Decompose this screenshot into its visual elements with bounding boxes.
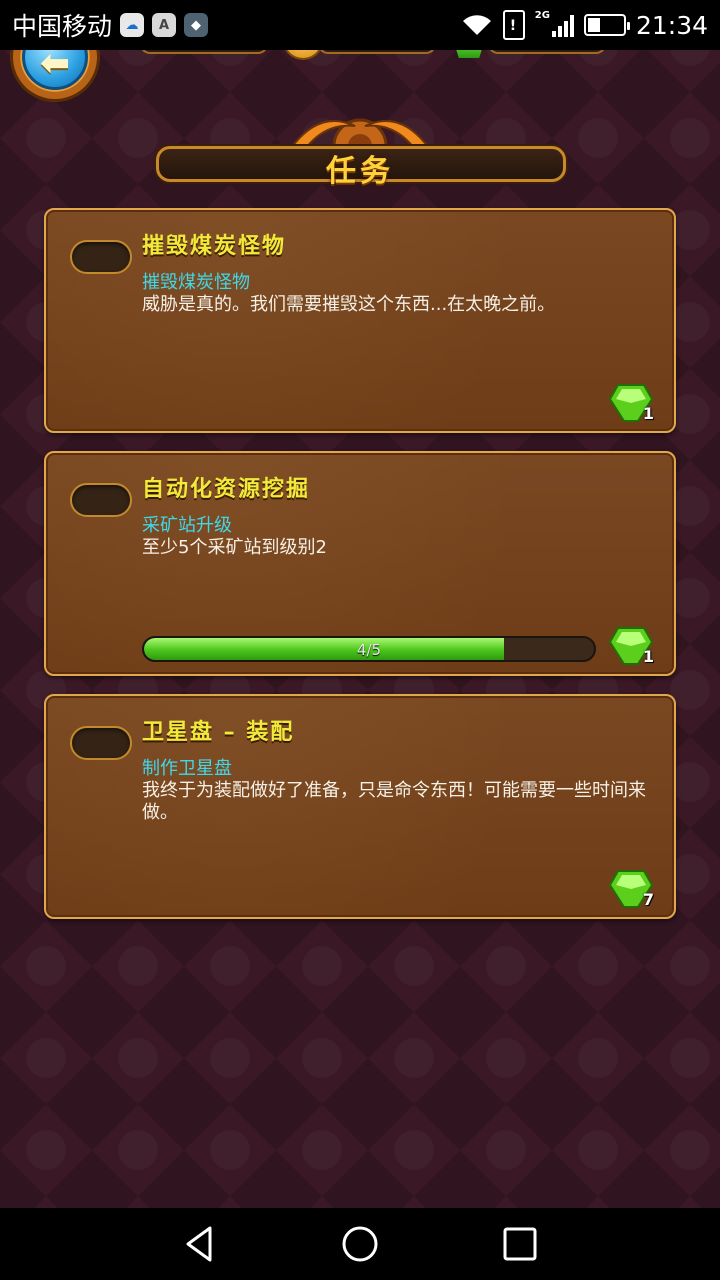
cloud-sync-icon: ☁ xyxy=(120,13,145,37)
sim-alert-icon: ! xyxy=(502,10,525,40)
shield-app-icon: ◆ xyxy=(184,13,209,37)
quest-title: 自动化资源挖掘 xyxy=(142,477,311,502)
wifi-icon xyxy=(461,13,493,37)
reward-count: 1 xyxy=(642,647,654,666)
font-app-icon: A xyxy=(152,13,177,37)
network-type: 2G xyxy=(534,9,550,21)
quest-subtitle: 采矿站升级 xyxy=(142,515,232,536)
quest-status-toggle[interactable] xyxy=(70,483,132,517)
home-circle-icon xyxy=(342,1226,378,1262)
recents-square-icon xyxy=(503,1227,537,1261)
nav-back-button[interactable] xyxy=(168,1219,232,1269)
quest-status-toggle[interactable] xyxy=(70,240,132,274)
clock: 21:34 xyxy=(635,10,708,40)
quest-subtitle: 制作卫星盘 xyxy=(142,758,232,779)
quest-card[interactable]: 摧毁煤炭怪物 摧毁煤炭怪物 威胁是真的。我们需要摧毁这个东西...在太晚之前。 … xyxy=(44,208,676,433)
quest-description: 至少5个采矿站到级别2 xyxy=(142,537,327,558)
battery-icon xyxy=(583,14,630,36)
carrier-name: 中国移动 xyxy=(12,12,113,41)
progress-label: 4/5 xyxy=(356,641,382,659)
quest-status-toggle[interactable] xyxy=(70,726,132,760)
quest-card[interactable]: 卫星盘 – 装配 制作卫星盘 我终于为装配做好了准备，只是命令东西！可能需要一些… xyxy=(44,694,676,919)
quest-card[interactable]: 自动化资源挖掘 采矿站升级 至少5个采矿站到级别2 4/5 1 xyxy=(44,451,676,676)
quest-progress-bar: 4/5 xyxy=(142,636,596,662)
navigation-bar xyxy=(0,1208,720,1280)
quest-description: 我终于为装配做好了准备，只是命令东西！可能需要一些时间来做。 xyxy=(142,780,646,823)
reward-gem-icon: 7 xyxy=(608,867,654,911)
nav-home-button[interactable] xyxy=(328,1219,392,1269)
reward-count: 7 xyxy=(642,890,654,909)
back-triangle-icon xyxy=(186,1226,212,1262)
nav-recents-button[interactable] xyxy=(488,1219,552,1269)
reward-gem-icon: 1 xyxy=(608,381,654,425)
quest-list: 摧毁煤炭怪物 摧毁煤炭怪物 威胁是真的。我们需要摧毁这个东西...在太晚之前。 … xyxy=(44,208,676,937)
quest-title: 摧毁煤炭怪物 xyxy=(142,234,287,259)
page-title: 任务 xyxy=(326,154,394,189)
reward-count: 1 xyxy=(642,404,654,423)
quest-description: 威胁是真的。我们需要摧毁这个东西...在太晚之前。 xyxy=(142,294,556,315)
quest-subtitle: 摧毁煤炭怪物 xyxy=(142,272,250,293)
reward-gem-icon: 1 xyxy=(608,624,654,668)
signal-icon xyxy=(551,13,574,37)
quest-title: 卫星盘 – 装配 xyxy=(142,720,295,745)
status-bar: 中国移动 ☁ A ◆ ! 2G 21:34 xyxy=(0,0,720,50)
